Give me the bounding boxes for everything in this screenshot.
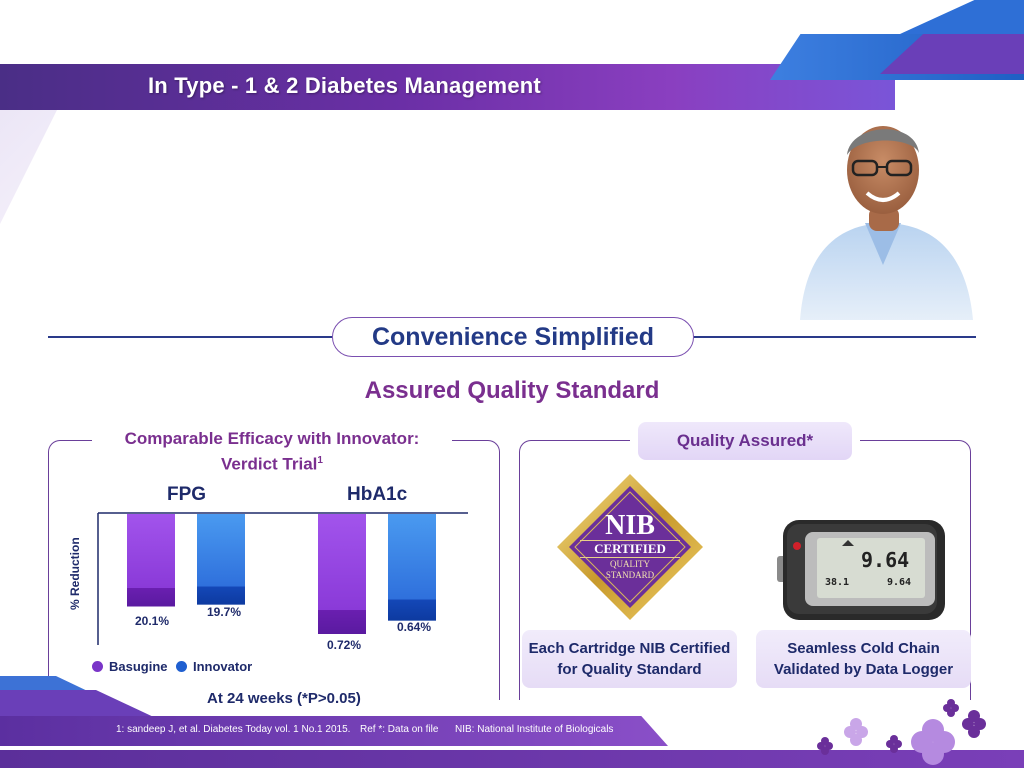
divider: [694, 336, 976, 338]
badge-text-nib: NIB: [605, 510, 655, 541]
category-label-hba1c: HbA1c: [347, 484, 408, 505]
efficacy-title-line2: Verdict Trial: [221, 454, 318, 474]
quality-card-cold-chain: Seamless Cold Chain Validated by Data Lo…: [756, 630, 971, 688]
logger-right-reading: 9.64: [887, 577, 912, 588]
y-axis-label: % Reduction: [68, 537, 82, 610]
footer-ref-note: Ref *: Data on file: [360, 724, 439, 735]
footer-abbreviation: NIB: National Institute of Biologicals: [455, 724, 614, 735]
legend-dot-icon: [176, 661, 187, 672]
card-line: for Quality Standard: [557, 661, 702, 678]
portrait-image: [800, 126, 973, 320]
quality-card-nib: Each Cartridge NIB Certified for Quality…: [522, 630, 737, 688]
efficacy-title-line2-wrap: Verdict Trial1: [92, 450, 452, 476]
badge-text-quality: QUALITY: [610, 559, 650, 569]
bar-innovator-fpg: [197, 514, 245, 605]
card-line: Each Cartridge NIB Certified: [528, 640, 731, 657]
badge-text-certified: CERTIFIED: [580, 540, 680, 558]
data-logger-icon: 9.64 38.1 9.64: [777, 518, 947, 622]
footer-reference: 1: sandeep J, et al. Diabetes Today vol.…: [116, 724, 351, 735]
card-line: Validated by Data Logger: [773, 661, 954, 678]
card-line: Seamless Cold Chain: [787, 640, 940, 657]
value-label: 20.1%: [135, 614, 170, 628]
bar-basugine-hba1c: [318, 514, 366, 634]
efficacy-title-line1: Comparable Efficacy with Innovator:: [124, 429, 420, 448]
logger-main-reading: 9.64: [861, 548, 910, 572]
logger-left-reading: 38.1: [825, 577, 850, 588]
efficacy-title-sup: 1: [317, 455, 323, 466]
page-title: In Type - 1 & 2 Diabetes Management: [148, 73, 541, 98]
chart-note: At 24 weeks (*P>0.05): [207, 690, 361, 707]
section-title: Convenience Simplified: [332, 317, 694, 357]
section-subtitle: Assured Quality Standard: [364, 377, 660, 404]
category-label-fpg: FPG: [167, 484, 207, 505]
badge-text-standard: STANDARD: [605, 570, 655, 580]
legend-innovator: Innovator: [176, 659, 252, 674]
efficacy-title: Comparable Efficacy with Innovator: Verd…: [92, 428, 452, 476]
legend-dot-icon: [92, 661, 103, 672]
legend-label: Innovator: [193, 659, 253, 674]
value-label: 19.7%: [207, 605, 242, 619]
nib-certified-badge-icon: NIB CERTIFIED QUALITY STANDARD: [555, 472, 705, 622]
legend-basugine: Basugine: [92, 659, 168, 674]
bar-basugine-fpg: [127, 514, 175, 607]
value-label: 0.64%: [397, 620, 432, 634]
value-label: 0.72%: [327, 638, 362, 652]
corner-decoration: [900, 0, 1024, 34]
quality-title: Quality Assured*: [638, 422, 852, 460]
divider: [48, 336, 332, 338]
efficacy-chart: [97, 512, 468, 645]
bar-innovator-hba1c: [388, 514, 436, 621]
legend-label: Basugine: [109, 659, 168, 674]
flower-decoration-icon: [817, 699, 986, 765]
